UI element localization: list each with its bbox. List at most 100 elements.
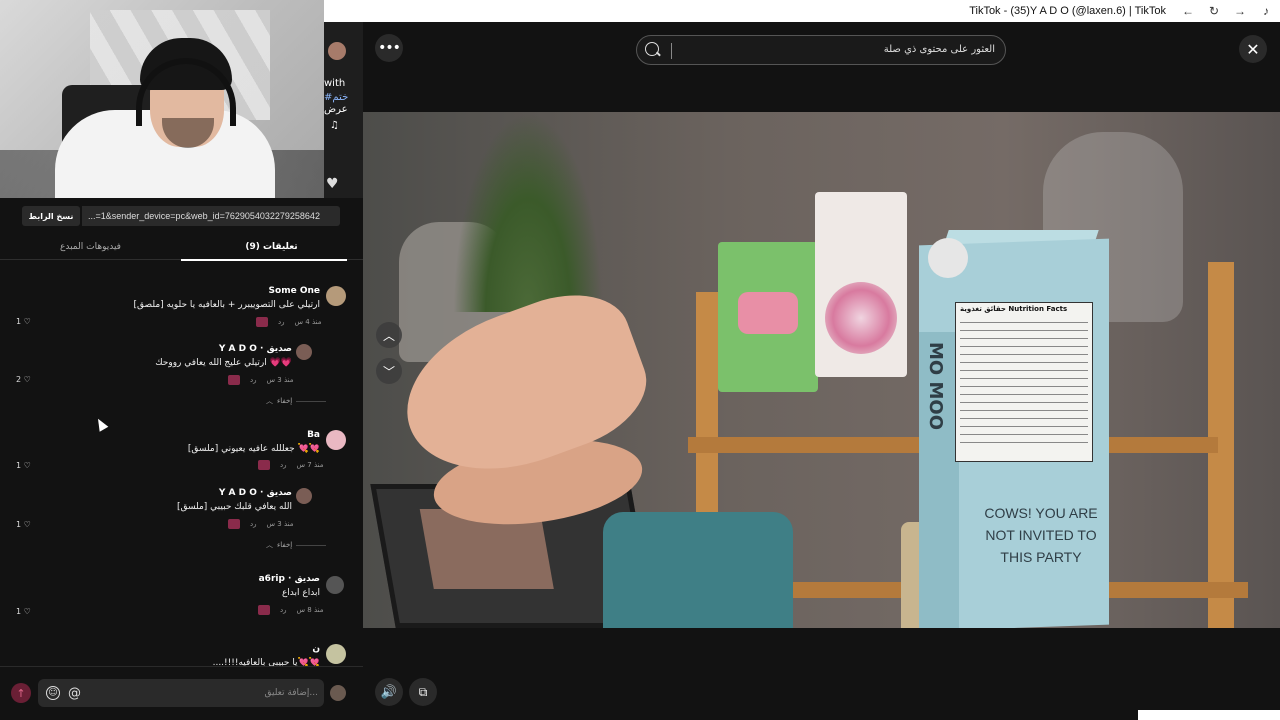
volume-button[interactable]: 🔊 bbox=[375, 678, 403, 706]
carton-slogan: COWS! YOU ARE NOT INVITED TO THIS PARTY bbox=[984, 505, 1098, 565]
comment-time: منذ 3 س bbox=[266, 520, 294, 528]
caption-fragment-2: عرض bbox=[324, 104, 348, 115]
comment-author[interactable]: Y A D O · صديق bbox=[219, 344, 292, 354]
forward-icon[interactable]: → bbox=[1232, 3, 1248, 19]
hide-replies-button[interactable]: ︿ إخفاء bbox=[266, 540, 327, 550]
search-placeholder: العثور على محتوى ذي صلة bbox=[883, 44, 995, 55]
search-input[interactable]: العثور على محتوى ذي صلة bbox=[636, 35, 1006, 65]
comment-text: [ملسق] جعللله عافيه يعيوني 💘💘 bbox=[187, 444, 320, 454]
nutrition-row bbox=[960, 382, 1088, 387]
back-icon[interactable]: ← bbox=[1180, 3, 1196, 19]
comment-text: [ملصق] ارتيلي على التصوييبرر + بالعافيه … bbox=[133, 300, 320, 310]
share-link-row: نسخ الرابط ...=1&sender_device=pc&web_id… bbox=[22, 206, 340, 226]
comment-text: ابداع ابداع bbox=[281, 588, 320, 598]
avatar[interactable] bbox=[326, 576, 344, 594]
reply-link[interactable]: رد bbox=[278, 318, 285, 326]
avatar[interactable] bbox=[326, 286, 346, 306]
divider bbox=[296, 400, 327, 402]
divider bbox=[296, 544, 327, 546]
pip-button[interactable]: ⧉ bbox=[409, 678, 437, 706]
like-count: 1 bbox=[16, 607, 22, 616]
comment-meta: رد منذ 3 س bbox=[228, 519, 294, 529]
nutrition-title: حقائق تغذوية Nutrition Facts bbox=[960, 305, 1068, 313]
nutrition-row bbox=[960, 422, 1088, 427]
reply-link[interactable]: رد bbox=[250, 376, 257, 384]
webcam-overlay bbox=[0, 0, 324, 198]
reply-link[interactable]: رد bbox=[250, 520, 257, 528]
active-tab-indicator bbox=[181, 259, 347, 261]
window-title: TikTok - (35)Y A D O (@laxen.6) | TikTok bbox=[969, 5, 1166, 17]
chevron-up-icon: ︿ bbox=[266, 397, 273, 405]
tiktok-logo-icon: ♪ bbox=[1263, 4, 1269, 18]
sticker-icon bbox=[258, 605, 270, 615]
comments-panel: نسخ الرابط ...=1&sender_device=pc&web_id… bbox=[0, 198, 363, 720]
search-icon[interactable] bbox=[645, 42, 659, 56]
comment-author[interactable]: Some One bbox=[269, 286, 320, 296]
copy-link-button[interactable]: نسخ الرابط bbox=[22, 206, 80, 226]
tab-creator-videos[interactable]: فيديوهات المبدع bbox=[0, 234, 181, 260]
nutrition-row bbox=[960, 406, 1088, 411]
comment-author[interactable]: a6rip · صديق bbox=[259, 574, 320, 584]
video-carton-cap bbox=[928, 238, 968, 278]
comment-time: منذ 4 س bbox=[294, 318, 322, 326]
hide-replies-button[interactable]: ︿ إخفاء bbox=[266, 396, 327, 406]
heart-icon[interactable]: ♥ bbox=[326, 176, 342, 192]
hide-label: إخفاء bbox=[277, 397, 293, 405]
nutrition-row bbox=[960, 414, 1088, 419]
avatar[interactable] bbox=[296, 488, 312, 504]
creator-avatar[interactable] bbox=[328, 42, 346, 60]
previous-video-button[interactable]: ︿ bbox=[376, 322, 402, 348]
avatar[interactable] bbox=[326, 644, 346, 664]
caption-fragment-1: with bbox=[324, 78, 346, 89]
nutrition-row bbox=[960, 358, 1088, 363]
comment-text: ارتيلي عليج الله يعافي رووحك 💗💗 bbox=[155, 358, 292, 368]
mention-icon[interactable]: @ bbox=[68, 686, 81, 701]
comment-like-count[interactable]: 1 ♡ bbox=[16, 461, 31, 470]
taskbar-fragment bbox=[1138, 710, 1280, 720]
nutrition-row bbox=[960, 430, 1088, 435]
more-options-button[interactable]: ••• bbox=[375, 34, 403, 62]
reply-link[interactable]: رد bbox=[280, 606, 287, 614]
video-white-bag bbox=[815, 192, 907, 377]
comment-like-count[interactable]: 1 ♡ bbox=[16, 520, 31, 529]
emoji-icon[interactable]: ☺ bbox=[46, 686, 60, 700]
comment-meta: رد منذ 4 س bbox=[256, 317, 322, 327]
comment-time: منذ 7 س bbox=[296, 461, 324, 469]
comment-author[interactable]: ن bbox=[312, 644, 320, 654]
sticker-icon bbox=[256, 317, 268, 327]
comment-input[interactable]: ☺ @ إضافة تعليق... bbox=[38, 679, 324, 707]
close-button[interactable]: ✕ bbox=[1239, 35, 1267, 63]
chevron-up-icon: ︿ bbox=[266, 541, 273, 549]
comment-like-count[interactable]: 1 ♡ bbox=[16, 607, 31, 616]
like-count: 1 bbox=[16, 520, 22, 529]
video-player[interactable]: MO MOO حقائق تغذوية Nutrition Facts COWS… bbox=[363, 112, 1280, 628]
like-count: 2 bbox=[16, 375, 22, 384]
video-plant bbox=[453, 112, 603, 312]
comment-placeholder: إضافة تعليق... bbox=[264, 688, 318, 698]
comment-like-count[interactable]: 1 ♡ bbox=[16, 317, 31, 326]
share-link-field[interactable]: ...=1&sender_device=pc&web_id=7629054032… bbox=[82, 206, 340, 226]
send-button[interactable]: ↑ bbox=[11, 683, 31, 703]
comment-like-count[interactable]: 2 ♡ bbox=[16, 375, 31, 384]
comment-meta: رد منذ 8 س bbox=[258, 605, 324, 615]
next-video-button[interactable]: ﹀ bbox=[376, 358, 402, 384]
nutrition-row bbox=[960, 326, 1088, 331]
text-caret bbox=[671, 43, 672, 59]
comment-author[interactable]: Y A D O · صديق bbox=[219, 488, 292, 498]
avatar[interactable] bbox=[296, 344, 312, 360]
comments-tabs: فيديوهات المبدع (9) تعليقات bbox=[0, 234, 363, 260]
avatar[interactable] bbox=[330, 685, 346, 701]
nutrition-row bbox=[960, 374, 1088, 379]
nutrition-row bbox=[960, 334, 1088, 339]
like-count: 1 bbox=[16, 317, 22, 326]
reply-link[interactable]: رد bbox=[280, 461, 287, 469]
post-info-strip: with #ختم عرض ♫ ♥ bbox=[324, 22, 363, 198]
comment-time: منذ 3 س bbox=[266, 376, 294, 384]
carton-brand: MO MOO bbox=[925, 342, 946, 430]
caption-hashtag[interactable]: #ختم bbox=[324, 92, 363, 103]
comment-author[interactable]: Ba bbox=[307, 430, 320, 440]
avatar[interactable] bbox=[326, 430, 346, 450]
reload-icon[interactable]: ↻ bbox=[1206, 3, 1222, 19]
tab-comments[interactable]: (9) تعليقات bbox=[181, 234, 362, 260]
comment-text: [ملسق] الله يعافي قلبك حبيبي bbox=[176, 502, 292, 512]
